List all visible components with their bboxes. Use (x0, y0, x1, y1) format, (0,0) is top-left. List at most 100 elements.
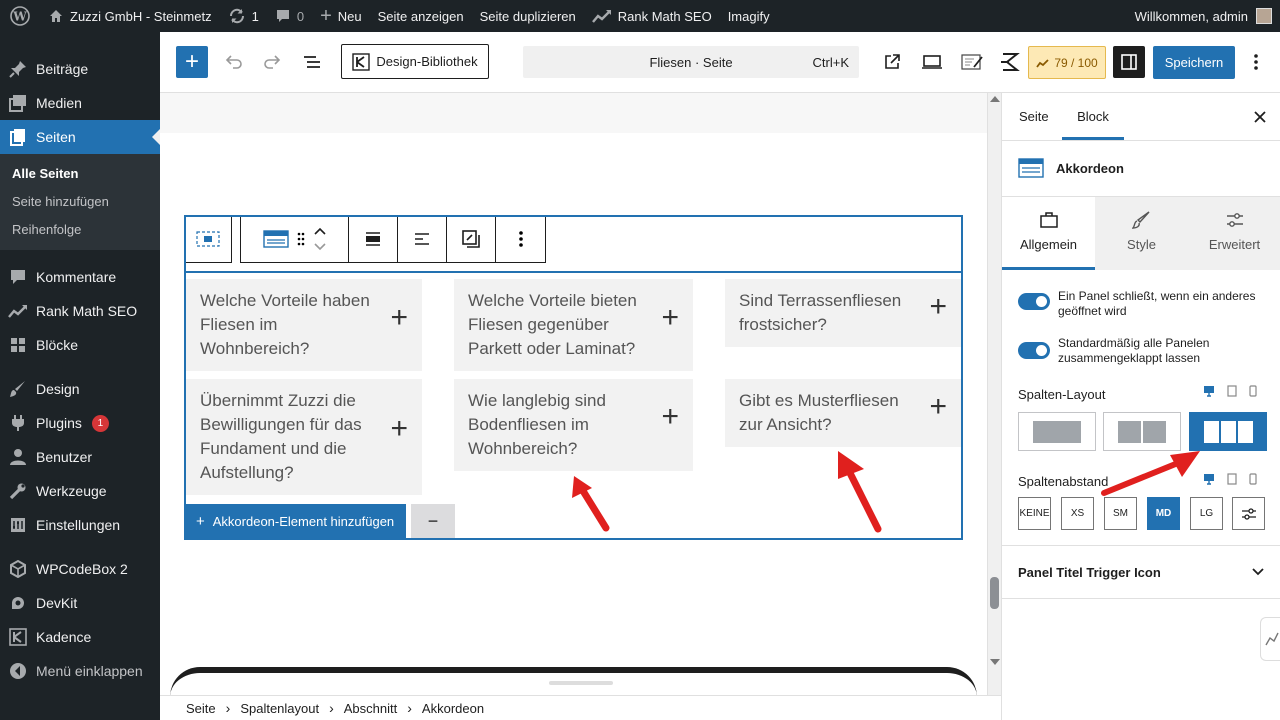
accordion-item-3[interactable]: Sind Terrassenfliesen frostsicher? + (725, 279, 961, 347)
design-library-button[interactable]: Design-Bibliothek (341, 44, 489, 79)
rankmath-label: Rank Math SEO (617, 8, 712, 24)
accordion-top-divider (186, 271, 961, 273)
redo-icon (264, 55, 281, 69)
accordion-item-1[interactable]: Welche Vorteile haben Fliesen im Wohnber… (186, 279, 422, 371)
floating-helper-button[interactable] (1260, 617, 1280, 661)
view-page-button[interactable] (876, 46, 908, 78)
toggle-close-others[interactable] (1018, 293, 1050, 310)
scroll-thumb[interactable] (990, 577, 999, 609)
comments-link[interactable]: 0 (267, 0, 312, 32)
gap-option-md[interactable]: MD (1147, 497, 1180, 530)
accordion-item-5[interactable]: Wie langlebig sind Bodenfliesen im Wohnb… (454, 379, 693, 471)
accordion-item-2[interactable]: Welche Vorteile bieten Fliesen gegenüber… (454, 279, 693, 371)
block-inserter-button[interactable]: + (176, 46, 208, 78)
breadcrumb-item[interactable]: Abschnitt (344, 701, 397, 716)
subtab-general[interactable]: Allgemein (1002, 197, 1095, 270)
command-palette-bar[interactable]: Fliesen · Seite Ctrl+K (523, 46, 859, 78)
submenu-all-pages[interactable]: Alle Seiten (0, 160, 160, 188)
blocks-icon (8, 335, 28, 355)
close-icon (1254, 111, 1266, 123)
notes-button[interactable] (956, 46, 988, 78)
plus-icon[interactable]: + (661, 303, 679, 333)
subtab-advanced[interactable]: Erweitert (1188, 197, 1280, 270)
annotation-arrow-sidebar (1101, 451, 1200, 496)
menu-item-plugins[interactable]: Plugins 1 (0, 406, 160, 440)
new-content-link[interactable]: + Neu (312, 0, 370, 32)
submenu-order[interactable]: Reihenfolge (0, 216, 160, 244)
updates-link[interactable]: 1 (220, 0, 267, 32)
redo-button[interactable] (256, 46, 288, 78)
view-page-link[interactable]: Seite anzeigen (370, 0, 472, 32)
subtab-style[interactable]: Style (1095, 197, 1188, 270)
rankmath-score-button[interactable]: 79 / 100 (1028, 46, 1106, 79)
columns-option-1[interactable] (1018, 412, 1096, 451)
breadcrumb-item[interactable]: Seite (186, 701, 216, 716)
comment-icon (8, 267, 28, 287)
kadence-settings-button[interactable] (994, 46, 1026, 78)
divider (1002, 140, 1280, 141)
tab-page[interactable]: Seite (1019, 109, 1049, 124)
sliders-icon (1241, 507, 1256, 520)
toggle-collapsed-default[interactable] (1018, 342, 1050, 359)
rankmath-link[interactable]: Rank Math SEO (584, 0, 720, 32)
menu-item-devkit[interactable]: DevKit (0, 586, 160, 620)
accordion-item-title: Sind Terrassenfliesen frostsicher? (739, 291, 902, 334)
tab-block[interactable]: Block (1062, 109, 1124, 140)
resize-handle[interactable] (549, 681, 613, 685)
submenu-add-page[interactable]: Seite hinzufügen (0, 188, 160, 216)
breadcrumb-item[interactable]: Akkordeon (422, 701, 484, 716)
accordion-item-4[interactable]: Übernimmt Zuzzi die Bewilligungen für da… (186, 379, 422, 495)
device-preview-button[interactable] (916, 46, 948, 78)
plus-icon[interactable]: + (390, 414, 408, 444)
svg-text:W: W (12, 10, 27, 24)
gap-option-none[interactable]: KEINE (1018, 497, 1051, 530)
menu-label: Menü einklappen (36, 663, 143, 679)
options-menu-button[interactable] (1244, 46, 1268, 78)
block-card: Akkordeon (1018, 157, 1124, 179)
menu-item-kadence[interactable]: Kadence (0, 620, 160, 654)
menu-item-media[interactable]: Medien (0, 86, 160, 120)
breadcrumb-item[interactable]: Spaltenlayout (240, 701, 319, 716)
menu-item-wpcodebox[interactable]: WPCodeBox 2 (0, 552, 160, 586)
duplicate-page-link[interactable]: Seite duplizieren (472, 0, 584, 32)
canvas-scrollbar[interactable] (987, 93, 1001, 695)
responsive-device-icons (1203, 385, 1257, 397)
site-name-link[interactable]: Zuzzi GmbH - Steinmetz (40, 0, 220, 32)
gap-option-lg[interactable]: LG (1190, 497, 1223, 530)
close-settings-button[interactable] (1250, 107, 1270, 127)
settings-sidebar: Seite Block Akkordeon Allgemein Style Er… (1001, 93, 1280, 720)
scroll-down-arrow[interactable] (990, 659, 1000, 665)
settings-sidebar-toggle[interactable] (1113, 46, 1145, 78)
menu-item-rankmath[interactable]: Rank Math SEO (0, 294, 160, 328)
gap-option-xs[interactable]: XS (1061, 497, 1094, 530)
menu-item-comments[interactable]: Kommentare (0, 260, 160, 294)
document-overview-button[interactable] (296, 46, 328, 78)
gap-option-sm[interactable]: SM (1104, 497, 1137, 530)
menu-item-settings[interactable]: Einstellungen (0, 508, 160, 542)
greeting[interactable]: Willkommen, admin (1135, 9, 1248, 24)
avatar[interactable] (1256, 8, 1272, 24)
refresh-icon (228, 7, 246, 25)
menu-item-pages[interactable]: Seiten (0, 120, 160, 154)
scroll-up-arrow[interactable] (990, 96, 1000, 102)
plus-icon[interactable]: + (929, 292, 947, 322)
wordpress-logo-icon[interactable]: W (0, 0, 40, 32)
plus-icon[interactable]: + (390, 303, 408, 333)
imagify-link[interactable]: Imagify (720, 0, 778, 32)
accordion-item-6[interactable]: Gibt es Musterfliesen zur Ansicht? + (725, 379, 961, 447)
remove-accordion-item-button[interactable]: − (411, 504, 455, 538)
save-button[interactable]: Speichern (1153, 46, 1235, 79)
menu-item-blocks[interactable]: Blöcke (0, 328, 160, 362)
toggle-close-others-label: Ein Panel schließt, wenn ein anderes geö… (1058, 289, 1256, 318)
plus-icon[interactable]: + (929, 392, 947, 422)
menu-item-collapse[interactable]: Menü einklappen (0, 654, 160, 688)
plus-icon[interactable]: + (661, 402, 679, 432)
menu-item-users[interactable]: Benutzer (0, 440, 160, 474)
menu-item-tools[interactable]: Werkzeuge (0, 474, 160, 508)
add-accordion-item-button[interactable]: + Akkordeon-Element hinzufügen (184, 504, 406, 538)
undo-button[interactable] (218, 46, 250, 78)
panel-trigger-icon-section[interactable]: Panel Titel Trigger Icon (1002, 546, 1280, 598)
menu-item-posts[interactable]: Beiträge (0, 52, 160, 86)
menu-item-design[interactable]: Design (0, 372, 160, 406)
gap-custom-button[interactable] (1232, 497, 1265, 530)
